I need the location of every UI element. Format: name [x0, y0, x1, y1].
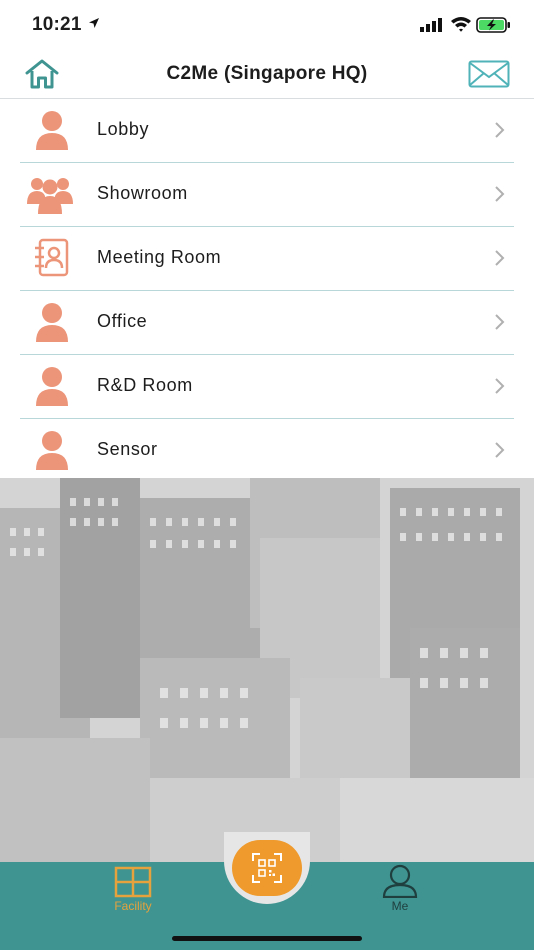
tab-facility-label: Facility — [114, 899, 152, 913]
city-background-image — [0, 478, 534, 862]
list-item-showroom[interactable]: Showroom — [20, 163, 514, 227]
chevron-right-icon — [495, 122, 505, 138]
chevron-right-icon — [495, 314, 505, 330]
contact-book-icon — [35, 238, 69, 277]
chevron-right-icon — [495, 186, 505, 202]
chevron-right-icon — [495, 378, 505, 394]
tab-me-label: Me — [391, 899, 409, 913]
tab-facility[interactable]: Facility — [100, 862, 166, 922]
group-icon — [27, 178, 73, 214]
home-indicator — [172, 936, 362, 941]
list-item-rd-room[interactable]: R&D Room — [20, 355, 514, 419]
list-item-office[interactable]: Office — [20, 291, 514, 355]
user-icon — [382, 864, 418, 898]
mail-button[interactable] — [468, 60, 510, 88]
wifi-icon — [451, 17, 471, 32]
tab-me[interactable]: Me — [368, 862, 432, 922]
battery-charging-icon — [476, 17, 510, 33]
cellular-signal-icon — [420, 18, 442, 32]
status-time: 10:21 — [32, 14, 82, 35]
grid-icon — [114, 866, 152, 898]
person-icon — [36, 303, 68, 342]
person-icon — [36, 431, 68, 470]
person-icon — [36, 111, 68, 150]
status-bar: 10:21 — [0, 0, 534, 50]
envelope-icon — [468, 60, 510, 88]
list-item-label: Lobby — [97, 119, 150, 139]
nav-bar: C2Me (Singapore HQ) — [0, 50, 534, 99]
page-title: C2Me (Singapore HQ) — [166, 63, 368, 84]
list-item-lobby[interactable]: Lobby — [20, 99, 514, 163]
list-item-label: R&D Room — [97, 375, 193, 395]
list-item-sensor[interactable]: Sensor — [20, 419, 514, 483]
list-item-label: Meeting Room — [97, 247, 222, 267]
list-item-label: Showroom — [97, 183, 188, 203]
list-item-label: Office — [97, 311, 148, 331]
list-item-meeting-room[interactable]: Meeting Room — [20, 227, 514, 291]
chevron-right-icon — [495, 442, 505, 458]
facility-list: Lobby Showroom Meeting Room Office R&D R… — [0, 99, 534, 483]
qr-scan-icon — [252, 853, 282, 883]
scan-qr-button[interactable] — [232, 840, 302, 896]
location-arrow-icon — [89, 18, 99, 28]
list-item-label: Sensor — [97, 439, 158, 459]
person-icon — [36, 367, 68, 406]
chevron-right-icon — [495, 250, 505, 266]
